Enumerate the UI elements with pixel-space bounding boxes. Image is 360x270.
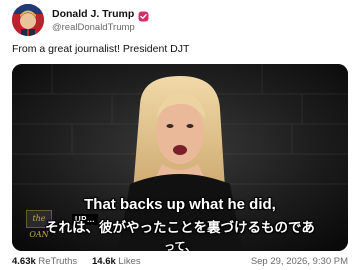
likes-label: Likes [118,256,141,267]
retruths-stat[interactable]: 4.63k ReTruths [12,256,77,268]
caption-japanese: それは、彼がやったことを裏づけるものであ [45,220,315,235]
retruths-count: 4.63k [12,256,36,267]
user-handle[interactable]: @realDonaldTrump [52,22,135,33]
verified-badge-icon [138,9,149,21]
post-stats: 4.63k ReTruths 14.6k Likes Sep 29, 2026,… [12,256,352,268]
name-row: Donald J. Trump [52,8,149,21]
display-name[interactable]: Donald J. Trump [52,8,134,20]
post-timestamp[interactable]: Sep 29, 2026, 9:30 PM [251,256,348,268]
avatar[interactable] [12,4,44,36]
post-header: Donald J. Trump @realDonaldTrump [12,4,352,36]
likes-count: 14.6k [92,256,116,267]
post-text: From a great journalist! President DJT [12,43,190,55]
caption-english: That backs up what he did, [84,196,276,213]
likes-stat[interactable]: 14.6k Likes [92,256,141,268]
retruths-label: ReTruths [38,256,78,267]
video-player[interactable]: the OAN UP… That backs up what he did, そ… [12,64,348,251]
caption-japanese-continued: って、 [164,241,196,251]
